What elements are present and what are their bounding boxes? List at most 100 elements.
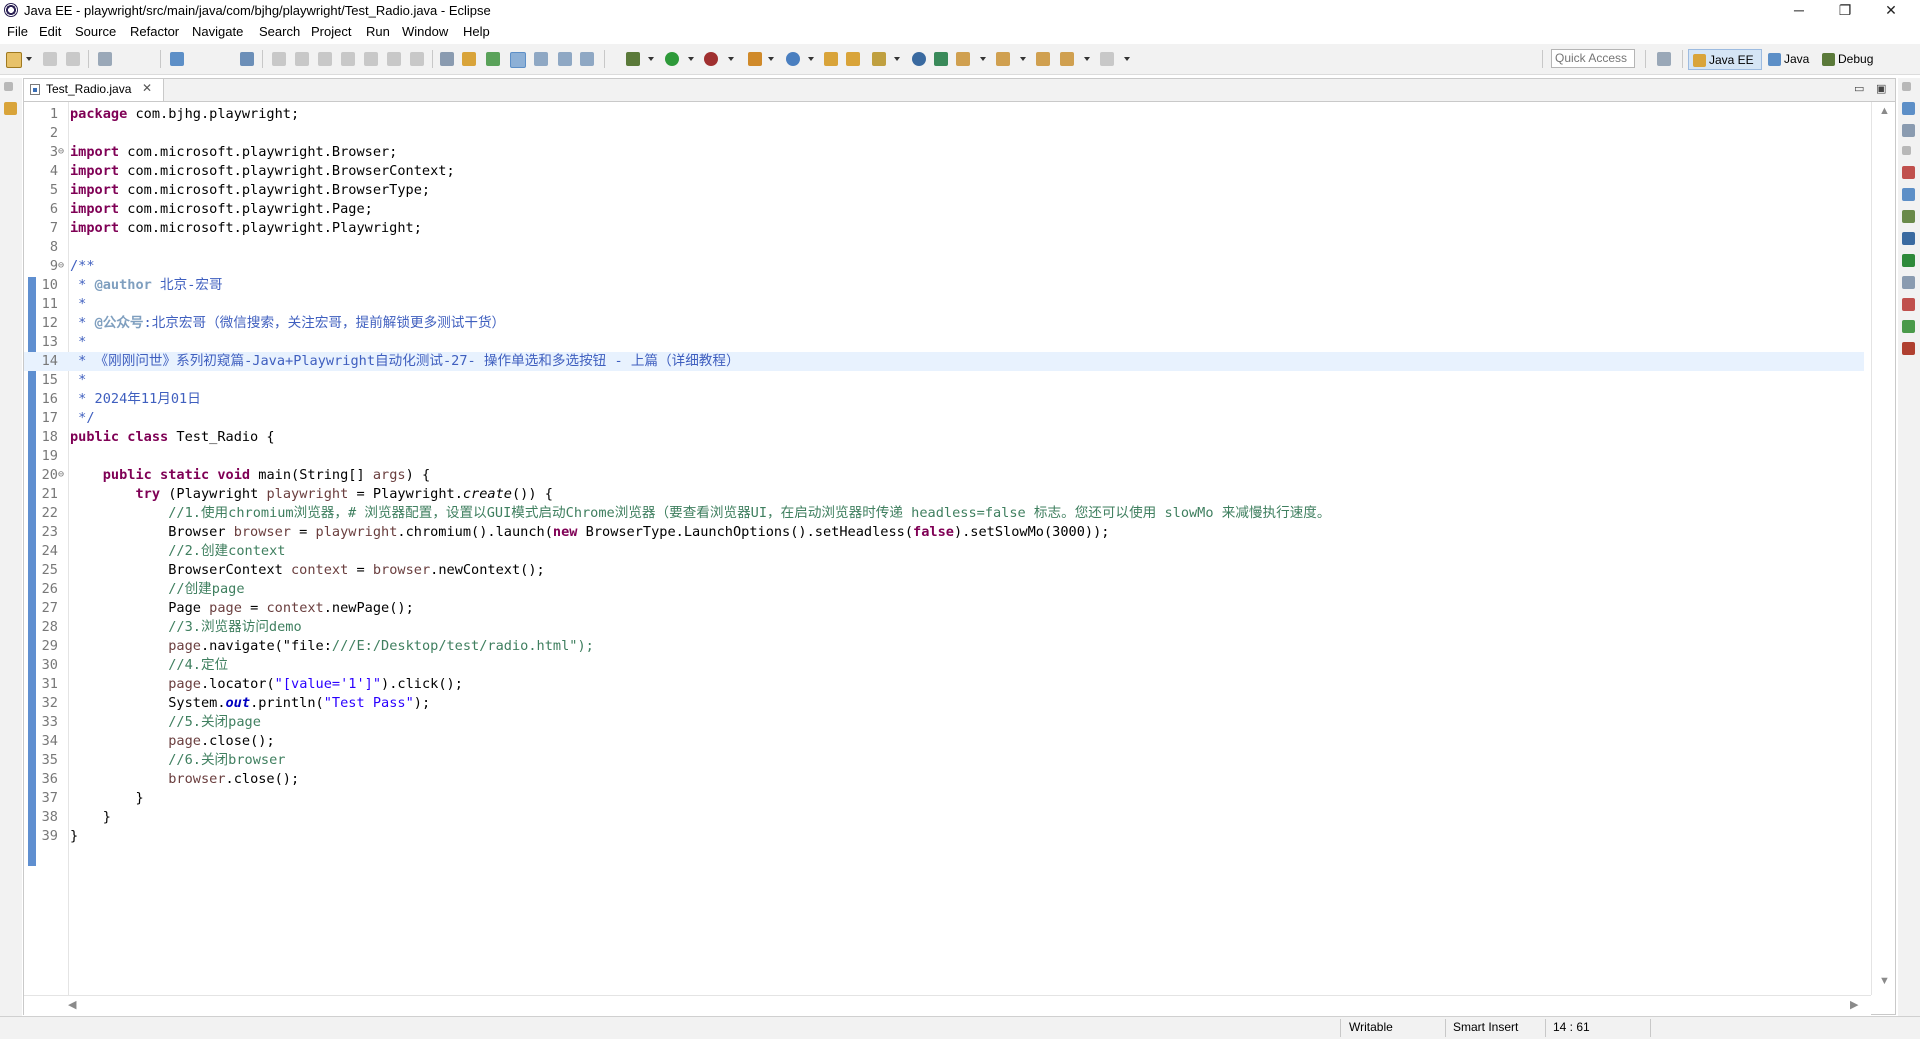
toggle-block-selection-icon[interactable]: [534, 52, 548, 66]
code-line[interactable]: 21 try (Playwright playwright = Playwrig…: [24, 485, 1864, 504]
code-line[interactable]: 29 page.navigate("file:///E:/Desktop/tes…: [24, 637, 1864, 656]
scroll-up-icon[interactable]: ▲: [1879, 105, 1890, 117]
run-dropdown-arrow-icon[interactable]: [688, 57, 694, 61]
console-icon[interactable]: [1902, 298, 1915, 311]
save-icon[interactable]: [43, 52, 57, 66]
code-line[interactable]: 26 //创建page: [24, 580, 1864, 599]
search-dropdown-arrow-icon[interactable]: [894, 57, 900, 61]
code-line[interactable]: 1 package com.bjhg.playwright;: [24, 105, 1864, 124]
new-java-dropdown-arrow-icon[interactable]: [808, 57, 814, 61]
step-over-icon[interactable]: [387, 52, 401, 66]
external-tools-icon[interactable]: [748, 52, 762, 66]
globe-icon[interactable]: [912, 52, 926, 66]
fold-collapse-icon[interactable]: ⊖: [58, 142, 64, 161]
new-dropdown-arrow-icon[interactable]: [26, 57, 32, 61]
code-line[interactable]: 4 import com.microsoft.playwright.Browser…: [24, 162, 1864, 181]
horizontal-scrollbar[interactable]: ◀ ▶: [24, 995, 1871, 1015]
snippets-icon[interactable]: [1902, 254, 1915, 267]
debug-icon[interactable]: [626, 52, 640, 66]
problems-icon[interactable]: [1902, 276, 1915, 289]
code-line[interactable]: 2: [24, 124, 1864, 143]
menu-edit[interactable]: Edit: [39, 24, 61, 39]
perspective-debug[interactable]: Debug: [1818, 49, 1888, 70]
server-icon[interactable]: [934, 52, 948, 66]
code-line[interactable]: 39}: [24, 827, 1864, 846]
step-into-icon[interactable]: [364, 52, 378, 66]
search-icon[interactable]: [872, 52, 886, 66]
editor-tab-test-radio[interactable]: Test_Radio.java ✕: [24, 79, 164, 101]
code-line[interactable]: 20 ⊖ public static void main(String[] arg…: [24, 466, 1864, 485]
menu-run[interactable]: Run: [366, 24, 390, 39]
code-line[interactable]: 12 * @公众号:北京宏哥（微信搜索，关注宏哥，提前解锁更多测试干货）: [24, 314, 1864, 333]
code-line[interactable]: 17 */: [24, 409, 1864, 428]
drop-to-frame-icon[interactable]: [440, 52, 454, 66]
restore-view-icon[interactable]: [4, 82, 13, 91]
code-line[interactable]: 7 import com.microsoft.playwright.Playwri…: [24, 219, 1864, 238]
scroll-left-icon[interactable]: ◀: [68, 998, 76, 1011]
suspend-icon[interactable]: [295, 52, 309, 66]
outline-icon[interactable]: [1902, 102, 1915, 115]
next-annotation-icon[interactable]: [956, 52, 970, 66]
open-perspective-icon[interactable]: [1657, 52, 1671, 66]
menu-refactor[interactable]: Refactor: [130, 24, 179, 39]
menu-project[interactable]: Project: [311, 24, 351, 39]
code-line[interactable]: 25 BrowserContext context = browser.newC…: [24, 561, 1864, 580]
code-line[interactable]: 27 Page page = context.newPage();: [24, 599, 1864, 618]
status-cursor-position[interactable]: 14 : 61: [1553, 1020, 1590, 1034]
data-source-explorer-icon[interactable]: [1902, 232, 1915, 245]
new-icon[interactable]: [6, 52, 22, 68]
code-line[interactable]: 9 ⊖ /**: [24, 257, 1864, 276]
last-edit-location-icon[interactable]: [1036, 52, 1050, 66]
code-line[interactable]: 19: [24, 447, 1864, 466]
forward-dropdown-arrow-icon[interactable]: [1124, 57, 1130, 61]
code-line[interactable]: 36 browser.close();: [24, 770, 1864, 789]
print-icon[interactable]: [98, 52, 112, 66]
junit-icon[interactable]: [1902, 342, 1915, 355]
minimize-editor-icon[interactable]: ▭: [1854, 82, 1864, 95]
coverage-icon[interactable]: [704, 52, 718, 66]
code-line[interactable]: 28 //3.浏览器访问demo: [24, 618, 1864, 637]
menu-window[interactable]: Window: [402, 24, 448, 39]
restore-view-icon[interactable]: [1902, 146, 1911, 155]
maximize-editor-icon[interactable]: ▣: [1876, 82, 1886, 95]
previous-annotation-dropdown-arrow-icon[interactable]: [1020, 57, 1026, 61]
forward-icon[interactable]: [1100, 52, 1114, 66]
code-line[interactable]: 33 //5.关闭page: [24, 713, 1864, 732]
mark-occurrences-icon[interactable]: [510, 52, 526, 68]
menu-navigate[interactable]: Navigate: [192, 24, 243, 39]
servers-icon[interactable]: [1902, 210, 1915, 223]
code-line[interactable]: 16 * 2024年11月01日: [24, 390, 1864, 409]
new-java-project-icon[interactable]: [786, 52, 800, 66]
code-line[interactable]: 18 public class Test_Radio {: [24, 428, 1864, 447]
code-line[interactable]: 23 Browser browser = playwright.chromium…: [24, 523, 1864, 542]
code-line[interactable]: 35 //6.关闭browser: [24, 751, 1864, 770]
code-line[interactable]: 15 *: [24, 371, 1864, 390]
restore-button[interactable]: ❐: [1822, 0, 1868, 22]
paragraph-icon[interactable]: [580, 52, 594, 66]
code-line[interactable]: 11 *: [24, 295, 1864, 314]
code-line[interactable]: 3 ⊖ import com.microsoft.playwright.Browse…: [24, 143, 1864, 162]
close-window-button[interactable]: ✕: [1868, 0, 1914, 22]
save-all-icon[interactable]: [66, 52, 80, 66]
quick-access-input[interactable]: [1551, 49, 1635, 68]
code-line[interactable]: 6 import com.microsoft.playwright.Page;: [24, 200, 1864, 219]
new-package-icon[interactable]: [824, 52, 838, 66]
code-line[interactable]: 32 System.out.println("Test Pass");: [24, 694, 1864, 713]
task-list-icon[interactable]: [1902, 124, 1915, 137]
progress-icon[interactable]: [1902, 320, 1915, 333]
code-line[interactable]: 8: [24, 238, 1864, 257]
markers-icon[interactable]: [1902, 166, 1915, 179]
step-return-icon[interactable]: [410, 52, 424, 66]
coverage-dropdown-arrow-icon[interactable]: [728, 57, 734, 61]
menu-file[interactable]: File: [7, 24, 28, 39]
fold-collapse-icon[interactable]: ⊖: [58, 256, 64, 275]
code-line[interactable]: 31 page.locator("[value='1']").click();: [24, 675, 1864, 694]
previous-annotation-icon[interactable]: [996, 52, 1010, 66]
status-insert-mode[interactable]: Smart Insert: [1453, 1020, 1518, 1034]
code-line[interactable]: 22 //1.使用chromium浏览器，# 浏览器配置，设置以GUI模式启动C…: [24, 504, 1864, 523]
menu-source[interactable]: Source: [75, 24, 116, 39]
resume-icon[interactable]: [272, 52, 286, 66]
fold-collapse-icon[interactable]: ⊖: [58, 465, 64, 484]
menu-search[interactable]: Search: [259, 24, 300, 39]
vertical-scrollbar[interactable]: ▲ ▼: [1871, 102, 1896, 995]
